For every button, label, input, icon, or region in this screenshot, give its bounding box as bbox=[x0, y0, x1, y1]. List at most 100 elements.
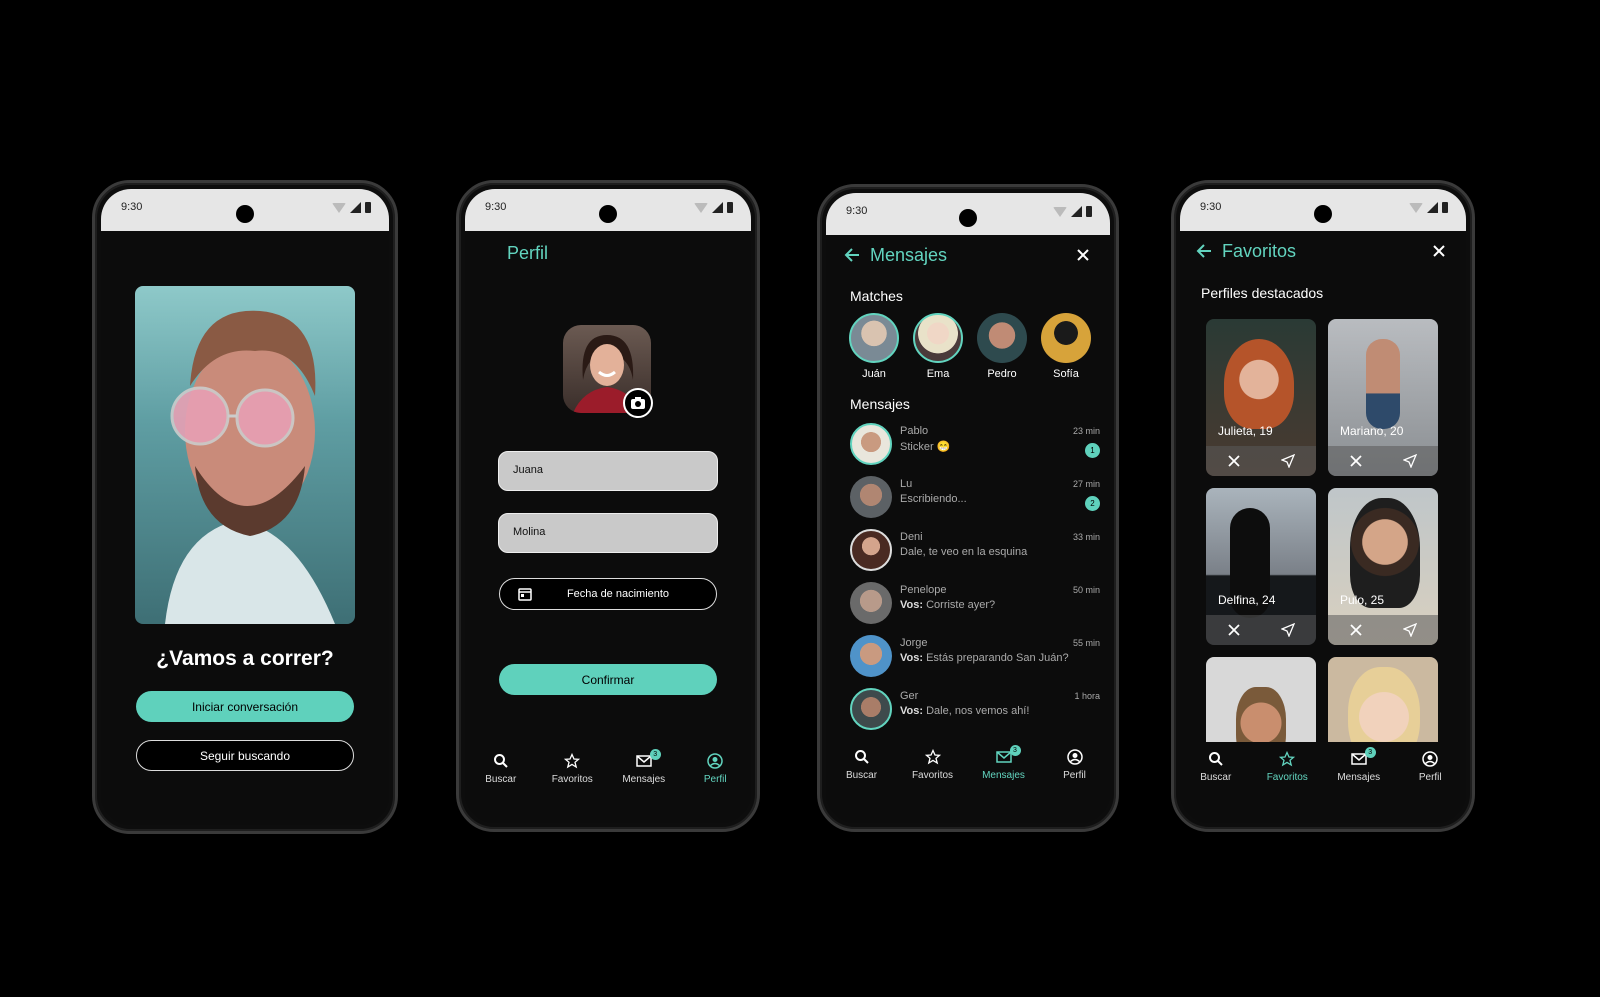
back-arrow-icon[interactable] bbox=[1196, 243, 1212, 259]
message-time: 23 min bbox=[1072, 426, 1100, 436]
unread-badge: 1 bbox=[1085, 443, 1100, 458]
message-time: 33 min bbox=[1072, 532, 1100, 542]
match-item[interactable]: Pedro bbox=[974, 313, 1030, 380]
first-name-field[interactable]: Juana bbox=[498, 451, 718, 491]
match-item[interactable]: Ema bbox=[910, 313, 966, 380]
nav-label: Perfil bbox=[1418, 772, 1442, 783]
avatar bbox=[849, 313, 899, 363]
last-name-field[interactable]: Molina bbox=[498, 513, 718, 553]
avatar bbox=[850, 476, 892, 518]
profile-card[interactable] bbox=[1206, 657, 1316, 742]
heading: ¿Vamos a correr? bbox=[156, 647, 334, 670]
list-item[interactable]: Jorge Vos: Estás preparando San Juán? 55… bbox=[846, 631, 1100, 684]
profile-card[interactable]: Pulo, 25 bbox=[1328, 488, 1438, 645]
profile-icon bbox=[1422, 751, 1438, 767]
nav-label: Buscar bbox=[845, 770, 878, 781]
nav-item-perfil[interactable]: Perfil bbox=[1045, 749, 1105, 793]
man-portrait-illustration bbox=[165, 310, 335, 624]
nav-item-buscar[interactable]: Buscar bbox=[471, 753, 531, 797]
match-item[interactable]: Sofía bbox=[1038, 313, 1094, 380]
nav-item-favoritos[interactable]: Favoritos bbox=[1257, 751, 1317, 795]
back-arrow-icon[interactable] bbox=[844, 247, 860, 263]
message-time: 55 min bbox=[1072, 638, 1100, 648]
nav-item-buscar[interactable]: Buscar bbox=[1186, 751, 1246, 795]
matches-row: Juán Ema Pedro Sofía bbox=[846, 313, 1096, 385]
phone-1: 9:30 ¿Vamos a correr? Iniciar conversaci… bbox=[92, 180, 398, 834]
start-conversation-button[interactable]: Iniciar conversación bbox=[136, 691, 354, 722]
birthdate-button[interactable]: Fecha de nacimiento bbox=[499, 578, 717, 610]
profile-card[interactable]: Delfina, 24 bbox=[1206, 488, 1316, 645]
nav-badge: 3 bbox=[1009, 745, 1021, 756]
nav-item-buscar[interactable]: Buscar bbox=[832, 749, 892, 793]
card-actions bbox=[1328, 446, 1438, 476]
wifi-icon bbox=[1409, 202, 1423, 213]
avatar bbox=[1041, 313, 1091, 363]
nav-item-perfil[interactable]: Perfil bbox=[1400, 751, 1460, 795]
match-name: Juán bbox=[862, 368, 886, 380]
bottom-nav: Buscar Favoritos 3 Mensajes Perfil bbox=[1180, 747, 1466, 795]
contact-name: Pablo bbox=[900, 425, 929, 437]
favorites-grid: Julieta, 19 Mariano, 20 Delfina, 24 Pulo… bbox=[1206, 319, 1442, 742]
keep-searching-button[interactable]: Seguir buscando bbox=[136, 740, 354, 771]
message-preview: Escribiendo... bbox=[900, 493, 967, 505]
profile-card[interactable] bbox=[1328, 657, 1438, 742]
list-item[interactable]: Pablo Sticker 😁 23 min 1 bbox=[846, 419, 1100, 472]
screen-start: 9:30 ¿Vamos a correr? Iniciar conversaci… bbox=[101, 189, 389, 825]
status-time: 9:30 bbox=[485, 201, 507, 213]
change-photo-button[interactable] bbox=[623, 388, 653, 418]
profile-card[interactable]: Mariano, 20 bbox=[1328, 319, 1438, 476]
battery-icon bbox=[727, 202, 733, 213]
close-icon[interactable] bbox=[1350, 624, 1362, 636]
close-icon[interactable] bbox=[1228, 455, 1240, 467]
avatar bbox=[850, 635, 892, 677]
search-icon bbox=[493, 754, 508, 768]
list-item[interactable]: Lu Escribiendo... 27 min 2 bbox=[846, 472, 1100, 525]
close-icon[interactable] bbox=[1432, 244, 1446, 258]
card-photo bbox=[1348, 667, 1420, 742]
list-item[interactable]: Ger Vos: Dale, nos vemos ahí! 1 hora bbox=[846, 684, 1100, 737]
profile-icon bbox=[707, 753, 723, 769]
send-icon[interactable] bbox=[1403, 454, 1417, 468]
match-item[interactable]: Juán bbox=[846, 313, 902, 380]
status-time: 9:30 bbox=[846, 205, 868, 217]
nav-item-mensajes[interactable]: 3 Mensajes bbox=[1329, 747, 1389, 795]
profile-card[interactable]: Julieta, 19 bbox=[1206, 319, 1316, 476]
star-icon bbox=[924, 749, 941, 765]
camera-icon bbox=[631, 397, 645, 409]
nav-badge: 3 bbox=[1364, 747, 1376, 758]
send-icon[interactable] bbox=[1403, 623, 1417, 637]
nav-item-perfil[interactable]: Perfil bbox=[685, 753, 745, 797]
card-caption: Mariano, 20 bbox=[1340, 424, 1404, 438]
message-preview: Sticker 😁 bbox=[900, 440, 950, 453]
message-text: Escribiendo... bbox=[900, 493, 967, 505]
nav-label: Perfil bbox=[703, 774, 727, 785]
wifi-icon bbox=[1053, 206, 1067, 217]
screen-favorites: 9:30 Favoritos Perfiles destacados Julie… bbox=[1180, 189, 1466, 823]
close-icon[interactable] bbox=[1350, 455, 1362, 467]
nav-item-mensajes[interactable]: 3 Mensajes bbox=[614, 749, 674, 797]
star-icon bbox=[564, 753, 581, 769]
close-icon[interactable] bbox=[1076, 248, 1090, 262]
nav-item-favoritos[interactable]: Favoritos bbox=[542, 753, 602, 797]
search-icon bbox=[854, 750, 869, 764]
send-icon[interactable] bbox=[1281, 454, 1295, 468]
list-item[interactable]: Deni Dale, te veo en la esquina 33 min bbox=[846, 525, 1100, 578]
nav-label: Favoritos bbox=[551, 774, 593, 785]
card-actions bbox=[1328, 615, 1438, 645]
card-photo bbox=[1366, 339, 1400, 429]
list-item[interactable]: Penelope Vos: Corriste ayer? 50 min bbox=[846, 578, 1100, 631]
close-icon[interactable] bbox=[1228, 624, 1240, 636]
matches-label: Matches bbox=[850, 288, 903, 304]
message-preview: Vos: Dale, nos vemos ahí! bbox=[900, 705, 1029, 717]
send-icon[interactable] bbox=[1281, 623, 1295, 637]
message-text: Estás preparando San Juán? bbox=[926, 652, 1069, 664]
phone-3: 9:30 Mensajes Matches Juán Ema Pedro Sof… bbox=[817, 184, 1119, 832]
phone-4: 9:30 Favoritos Perfiles destacados Julie… bbox=[1171, 180, 1475, 832]
nav-item-favoritos[interactable]: Favoritos bbox=[903, 749, 963, 793]
nav-item-mensajes[interactable]: 3 Mensajes bbox=[974, 745, 1034, 793]
match-name: Sofía bbox=[1053, 368, 1079, 380]
profile-photo bbox=[135, 286, 355, 624]
card-caption: Julieta, 19 bbox=[1218, 424, 1273, 438]
nav-badge: 3 bbox=[649, 749, 661, 760]
confirm-button[interactable]: Confirmar bbox=[499, 664, 717, 695]
